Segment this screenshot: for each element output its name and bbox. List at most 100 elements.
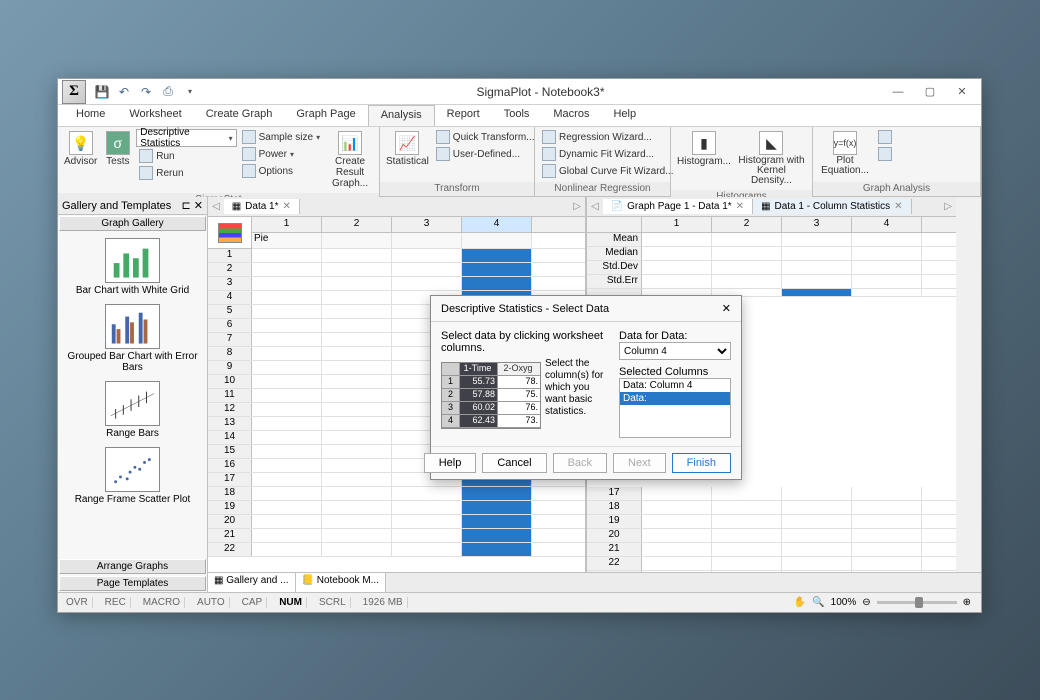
row-header[interactable]: 6 [208, 319, 252, 332]
tab-column-stats[interactable]: ▦Data 1 - Column Statistics✕ [753, 199, 911, 214]
cell[interactable] [852, 233, 922, 246]
minimize-button[interactable]: — [883, 82, 913, 102]
rerun-button[interactable]: Rerun [136, 165, 236, 181]
row-header[interactable]: 21 [587, 543, 642, 556]
data-for-select[interactable]: Column 4 [619, 342, 731, 360]
qat-dropdown-icon[interactable]: ▾ [182, 84, 198, 100]
dialog-titlebar[interactable]: Descriptive Statistics - Select Data ✕ [431, 296, 741, 322]
cell[interactable] [252, 487, 322, 500]
cell[interactable] [642, 487, 712, 500]
sample-size-button[interactable]: Sample size ▾ [239, 129, 323, 145]
cell[interactable] [252, 305, 322, 318]
cell[interactable] [252, 473, 322, 486]
cell[interactable] [852, 487, 922, 500]
cell[interactable] [462, 249, 532, 262]
cell[interactable] [782, 275, 852, 288]
gallery-body[interactable]: Bar Chart with White Grid Grouped Bar Ch… [58, 232, 207, 558]
col-header-4[interactable]: 4 [462, 217, 532, 232]
histogram-kernel-button[interactable]: ◣Histogram with Kernel Density... [735, 129, 808, 188]
cell[interactable] [852, 515, 922, 528]
cell[interactable] [852, 501, 922, 514]
cell[interactable] [322, 389, 392, 402]
global-fit-button[interactable]: Global Curve Fit Wizard... [539, 163, 676, 179]
menu-worksheet[interactable]: Worksheet [117, 105, 193, 126]
cell[interactable] [252, 529, 322, 542]
cell[interactable] [712, 501, 782, 514]
close-button[interactable]: ✕ [947, 82, 977, 102]
cell[interactable] [322, 473, 392, 486]
cell[interactable] [252, 319, 322, 332]
cell[interactable] [462, 543, 532, 556]
cell[interactable] [782, 515, 852, 528]
row-header[interactable]: 18 [587, 501, 642, 514]
row-header[interactable]: 19 [208, 501, 252, 514]
label-cell[interactable]: Pie [252, 233, 322, 248]
cell[interactable] [322, 277, 392, 290]
cell[interactable] [252, 515, 322, 528]
tab-graph-page[interactable]: 📄Graph Page 1 - Data 1*✕ [603, 199, 753, 214]
list-item[interactable]: Data: Column 4 [620, 379, 730, 392]
dynamic-fit-button[interactable]: Dynamic Fit Wizard... [539, 146, 676, 162]
cell[interactable] [852, 543, 922, 556]
cell[interactable] [252, 347, 322, 360]
close-icon[interactable]: ✕ [894, 201, 902, 212]
list-item[interactable]: Data: [620, 392, 730, 405]
plot-equation-button[interactable]: y=f(x)Plot Equation... [817, 129, 873, 178]
table-row[interactable]: 1 [208, 249, 585, 263]
user-defined-button[interactable]: User-Defined... [433, 146, 538, 162]
stats-lower-rows[interactable]: 1718192021222324 [587, 487, 956, 572]
tab-data1[interactable]: ▦Data 1*✕ [224, 199, 300, 214]
tab-nav-right-icon[interactable]: ▷ [569, 201, 585, 212]
col-header-3[interactable]: 3 [782, 217, 852, 232]
tab-nav-left-icon[interactable]: ◁ [587, 201, 603, 212]
dialog-preview-grid[interactable]: 1-Time2-Oxyg 155.7378. 257.8875. 360.027… [441, 362, 541, 429]
close-icon[interactable]: ✕ [722, 302, 731, 315]
col-header-2[interactable]: 2 [712, 217, 782, 232]
col-header-1[interactable]: 1 [252, 217, 322, 232]
histogram-button[interactable]: ▮Histogram... [675, 129, 733, 169]
col-header-3[interactable]: 3 [392, 217, 462, 232]
close-icon[interactable]: ✕ [283, 201, 291, 212]
menu-help[interactable]: Help [601, 105, 648, 126]
close-icon[interactable]: ✕ [736, 201, 744, 212]
menu-home[interactable]: Home [64, 105, 117, 126]
cell[interactable] [252, 431, 322, 444]
cell[interactable] [322, 459, 392, 472]
row-header[interactable]: 4 [208, 291, 252, 304]
cell[interactable] [462, 277, 532, 290]
cell[interactable] [252, 291, 322, 304]
row-header[interactable]: 5 [208, 305, 252, 318]
cell[interactable] [782, 261, 852, 274]
selected-columns-list[interactable]: Data: Column 4 Data: [619, 378, 731, 438]
gallery-item-bar-white-grid[interactable]: Bar Chart with White Grid [62, 238, 203, 296]
cell[interactable] [712, 233, 782, 246]
cell[interactable] [782, 543, 852, 556]
cell[interactable] [852, 571, 922, 572]
cell[interactable] [782, 487, 852, 500]
menu-analysis[interactable]: Analysis [368, 105, 435, 126]
menu-macros[interactable]: Macros [541, 105, 601, 126]
cell[interactable] [462, 263, 532, 276]
table-row[interactable]: 19 [208, 501, 585, 515]
cell[interactable] [392, 277, 462, 290]
cell[interactable] [642, 543, 712, 556]
hand-icon[interactable]: ✋ [794, 597, 806, 608]
cell[interactable] [642, 557, 712, 570]
zoom-in-button[interactable]: ⊕ [963, 597, 971, 608]
stat-combo[interactable]: Descriptive Statistics▾ [136, 129, 236, 147]
cell[interactable] [642, 275, 712, 288]
cell[interactable] [322, 543, 392, 556]
cell[interactable] [252, 375, 322, 388]
undo-icon[interactable]: ↶ [116, 84, 132, 100]
cell[interactable] [252, 501, 322, 514]
table-row[interactable]: 21 [587, 543, 956, 557]
cell[interactable] [252, 543, 322, 556]
stats-cells[interactable] [642, 233, 956, 297]
cell[interactable] [782, 529, 852, 542]
row-header[interactable]: 19 [587, 515, 642, 528]
cell[interactable] [712, 529, 782, 542]
cell[interactable] [852, 261, 922, 274]
cell[interactable] [322, 305, 392, 318]
cell[interactable] [642, 571, 712, 572]
cell[interactable] [712, 261, 782, 274]
